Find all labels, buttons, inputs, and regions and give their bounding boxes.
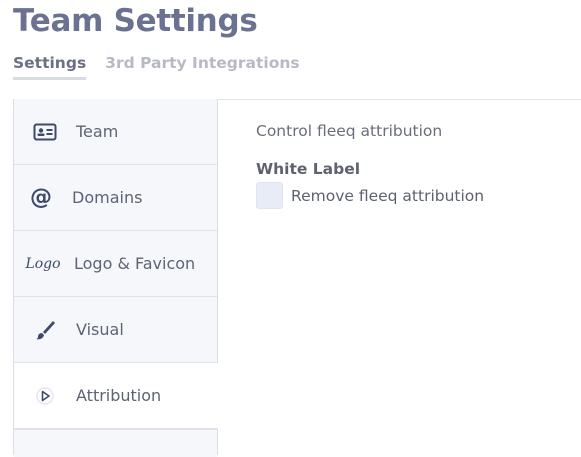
sidebar-item-logo-favicon[interactable]: Logo Logo & Favicon xyxy=(14,231,217,297)
sidebar-item-label: Visual xyxy=(76,320,124,339)
white-label-heading: White Label xyxy=(256,160,361,178)
paintbrush-icon xyxy=(14,319,76,341)
fleeq-play-icon xyxy=(14,386,76,406)
remove-attribution-row: Remove fleeq attribution xyxy=(256,182,484,209)
sidebar-item-partial[interactable] xyxy=(14,429,217,457)
sidebar-item-attribution[interactable]: Attribution xyxy=(14,363,218,429)
tab-3rd-party-integrations[interactable]: 3rd Party Integrations xyxy=(105,54,299,80)
logo-icon: Logo xyxy=(25,255,61,272)
sidebar-item-label: Logo & Favicon xyxy=(74,254,196,273)
settings-sidebar: Team @ Domains Logo Logo & Favicon Visua… xyxy=(13,99,218,457)
page-title: Team Settings xyxy=(13,3,258,39)
at-sign-icon: @ xyxy=(30,185,52,210)
id-card-icon xyxy=(14,123,76,141)
attribution-panel: Control fleeq attribution White Label Re… xyxy=(256,122,484,209)
settings-tabs: Settings 3rd Party Integrations xyxy=(13,54,300,80)
sidebar-item-visual[interactable]: Visual xyxy=(14,297,217,363)
sidebar-item-label: Team xyxy=(76,122,119,141)
sidebar-item-label: Attribution xyxy=(76,386,162,405)
tab-settings[interactable]: Settings xyxy=(13,54,87,80)
sidebar-item-domains[interactable]: @ Domains xyxy=(14,165,217,231)
remove-attribution-checkbox[interactable] xyxy=(256,182,283,209)
sidebar-item-label: Domains xyxy=(72,188,143,207)
remove-attribution-label[interactable]: Remove fleeq attribution xyxy=(291,187,484,205)
panel-heading: Control fleeq attribution xyxy=(256,122,443,140)
sidebar-item-team[interactable]: Team xyxy=(14,99,217,165)
